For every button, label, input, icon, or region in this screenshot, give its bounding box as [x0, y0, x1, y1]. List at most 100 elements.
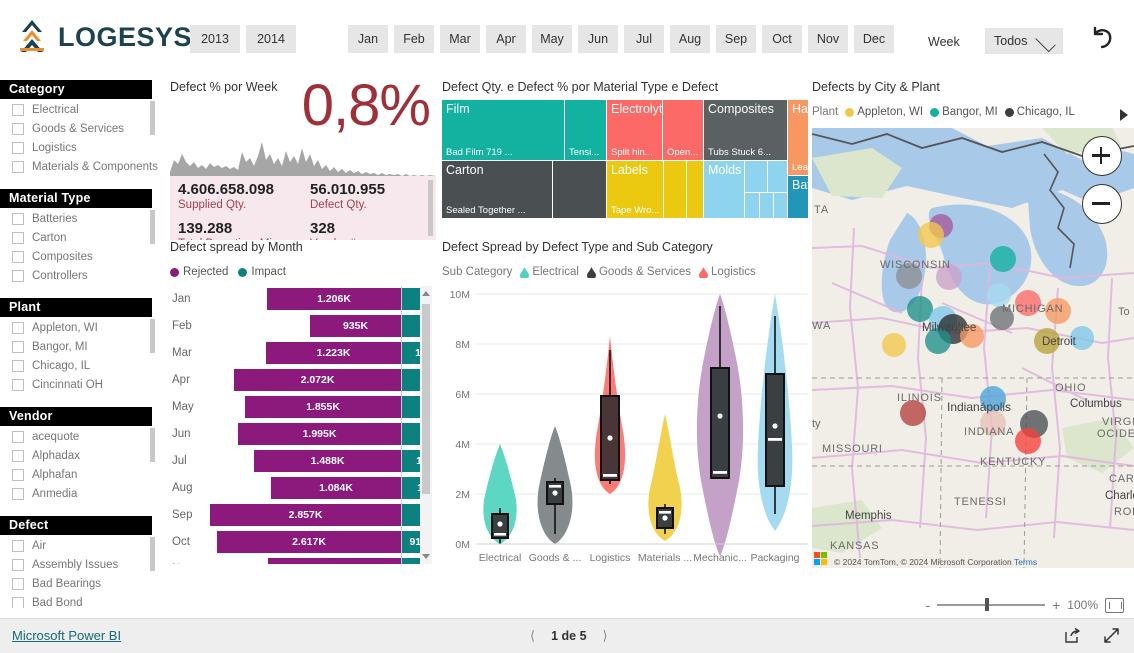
tornado-bar-impact[interactable]: 1.487K — [402, 477, 420, 499]
checkbox-icon[interactable] — [12, 379, 24, 391]
filter-item-air[interactable]: Air — [0, 538, 166, 554]
tornado-bar-rejected[interactable]: 1.995K — [238, 423, 401, 445]
checkbox-icon[interactable] — [12, 559, 24, 571]
tornado-row-oct[interactable]: Oct 2.617K 919K — [170, 529, 420, 555]
treemap-tile-open[interactable]: Open... — [663, 100, 703, 160]
legend-item-chicago[interactable]: Chicago, IL — [1004, 106, 1075, 118]
tornado-row-may[interactable]: May 1.855K 624K — [170, 394, 420, 420]
map-bubble[interactable] — [918, 222, 944, 248]
zoom-slider-thumb[interactable] — [985, 598, 990, 612]
map-bubble[interactable] — [1045, 298, 1071, 324]
checkbox-icon[interactable] — [12, 469, 24, 481]
treemap-tile-molds-2[interactable] — [745, 161, 767, 192]
treemap-tile-molds-5[interactable] — [760, 193, 773, 218]
checkbox-icon[interactable] — [12, 232, 24, 244]
checkbox-icon[interactable] — [12, 578, 24, 590]
week-dropdown[interactable]: Todos — [985, 28, 1063, 54]
map-bubble[interactable] — [990, 246, 1016, 272]
powerbi-link[interactable]: Microsoft Power BI — [12, 628, 121, 643]
scroll-down-arrow-icon[interactable] — [422, 554, 430, 559]
map-bubble[interactable] — [1070, 326, 1094, 350]
legend-item-rejected[interactable]: Rejected — [170, 266, 228, 278]
kpi-scrollbar[interactable] — [428, 180, 433, 236]
legend-item-appleton[interactable]: Appleton, WI — [845, 106, 923, 118]
map-bubble[interactable] — [980, 386, 1006, 412]
filter-item-bangor-mi[interactable]: Bangor, MI — [0, 339, 166, 355]
tornado-bar-impact[interactable]: 1.399K — [402, 342, 420, 364]
tornado-bar-impact[interactable]: 1.438K — [402, 450, 420, 472]
filter-item-controllers[interactable]: Controllers — [0, 268, 166, 284]
year-button-2013[interactable]: 2013 — [190, 25, 240, 53]
tornado-bar-impact[interactable]: 1.619K — [402, 558, 420, 564]
violin-mechanical[interactable] — [696, 294, 744, 556]
tornado-bar-rejected[interactable]: 2.857K — [210, 504, 401, 526]
tornado-scrollbar[interactable] — [420, 286, 432, 564]
filter-item-alphadax[interactable]: Alphadax — [0, 448, 166, 464]
tornado-bar-impact[interactable] — [402, 315, 420, 337]
filter-item-anmedia[interactable]: Anmedia — [0, 486, 166, 502]
filter-item-logistics[interactable]: Logistics — [0, 140, 166, 156]
legend-item-goods-services[interactable]: Goods & Services — [586, 266, 691, 278]
filter-item-bad-bearings[interactable]: Bad Bearings — [0, 576, 166, 592]
violin-electrical[interactable] — [483, 444, 517, 544]
tornado-bar-rejected[interactable]: 1.153K — [268, 558, 401, 564]
filter-item-electrical[interactable]: Electrical — [0, 102, 166, 118]
checkbox-icon[interactable] — [12, 213, 24, 225]
month-button-jun[interactable]: Jun — [578, 25, 618, 53]
checkbox-icon[interactable] — [12, 540, 24, 552]
tornado-row-jul[interactable]: Jul 1.488K 1.438K — [170, 448, 420, 474]
month-button-feb[interactable]: Feb — [394, 25, 434, 53]
tornado-bar-rejected[interactable]: 935K — [310, 315, 401, 337]
checkbox-icon[interactable] — [12, 322, 24, 334]
treemap-tile-composites[interactable]: Composites Tubs Stuck 6... — [704, 100, 787, 160]
map-bubble[interactable] — [900, 400, 926, 426]
map-canvas[interactable]: TA WA WISCONSIN Milwaukee MICHIGAN Detro… — [812, 128, 1134, 568]
filter-scrollbar-vendor[interactable] — [150, 428, 155, 462]
tornado-bar-rejected[interactable]: 1.223K — [266, 342, 401, 364]
map-zoom-in-icon[interactable] — [1082, 136, 1122, 176]
map-bubble[interactable] — [990, 306, 1014, 330]
filter-item-materials-components[interactable]: Materials & Components — [0, 159, 166, 175]
month-button-may[interactable]: May — [532, 25, 572, 53]
fit-to-page-icon[interactable] — [1105, 597, 1124, 613]
tornado-bar-rejected[interactable]: 1.206K — [267, 288, 401, 310]
filter-item-appleton-wi[interactable]: Appleton, WI — [0, 320, 166, 336]
reset-filters-button[interactable] — [1085, 22, 1119, 56]
map-bubble[interactable] — [1015, 290, 1041, 316]
zoom-in-button[interactable]: + — [1052, 598, 1060, 612]
map-bubble[interactable] — [960, 324, 984, 348]
month-button-mar[interactable]: Mar — [440, 25, 480, 53]
filter-item-acequote[interactable]: acequote — [0, 429, 166, 445]
filter-item-bad-bond[interactable]: Bad Bond — [0, 595, 166, 608]
tornado-row-feb[interactable]: Feb 935K 735K — [170, 313, 420, 339]
tornado-bar-impact[interactable] — [402, 396, 420, 418]
legend-next-arrow-icon[interactable] — [1120, 109, 1128, 121]
tornado-row-mar[interactable]: Mar 1.223K 1.399K — [170, 340, 420, 366]
tornado-bar-impact[interactable]: 1.655K — [402, 504, 420, 526]
filter-scrollbar-category[interactable] — [150, 101, 155, 135]
tornado-bar-rejected[interactable]: 1.084K — [271, 477, 401, 499]
tornado-bar-rejected[interactable]: 1.855K — [245, 396, 401, 418]
chevron-left-icon[interactable]: ⟨ — [530, 628, 535, 644]
checkbox-icon[interactable] — [12, 251, 24, 263]
tornado-row-nov[interactable]: Nov 1.153K 1.619K — [170, 556, 420, 564]
treemap-tile-labels[interactable]: Labels Tape Wro... — [607, 161, 663, 218]
month-button-jan[interactable]: Jan — [348, 25, 388, 53]
month-button-sep[interactable]: Sep — [716, 25, 756, 53]
map-bubble[interactable] — [1015, 428, 1041, 454]
filter-scrollbar-material-type[interactable] — [150, 210, 155, 244]
treemap-tile-labels-3[interactable] — [687, 161, 703, 218]
month-button-oct[interactable]: Oct — [762, 25, 802, 53]
treemap-tile-batteries[interactable]: Batt... — [788, 176, 808, 218]
chevron-right-icon[interactable]: ⟩ — [603, 628, 608, 644]
filter-item-alphafan[interactable]: Alphafan — [0, 467, 166, 483]
month-button-aug[interactable]: Aug — [670, 25, 710, 53]
tornado-bar-impact[interactable]: 2.559K — [402, 288, 420, 310]
filter-item-batteries[interactable]: Batteries — [0, 211, 166, 227]
filter-item-assembly-issues[interactable]: Assembly Issues — [0, 557, 166, 573]
scroll-up-arrow-icon[interactable] — [422, 291, 430, 296]
month-button-nov[interactable]: Nov — [808, 25, 848, 53]
treemap-tile-electrolytes-a[interactable]: Electrolytes Split hin... — [607, 100, 662, 160]
tornado-bar-rejected[interactable]: 2.072K — [234, 369, 401, 391]
map-bubble[interactable] — [925, 328, 951, 354]
